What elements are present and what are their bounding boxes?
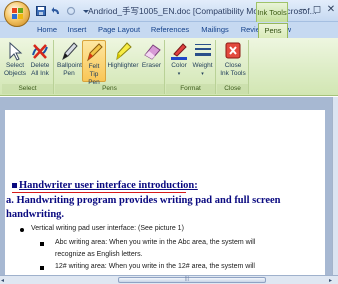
ribbon-tabs: Home Insert Page Layout References Maili… [0,22,338,38]
window-controls: – ◻ ✕ [296,2,338,18]
ballpoint-pen-icon [62,42,78,61]
office-button[interactable] [4,1,30,27]
thumb-grip: ||| [185,276,189,282]
close-red-x-icon [225,42,241,59]
document-subhead: a. Handwriting program provides writing … [6,195,281,220]
format-group: Color ▾ Weight ▾ Format [166,40,216,94]
tab-home[interactable]: Home [36,23,58,38]
close-group: Close Ink Tools Close [217,40,249,94]
tab-mailings[interactable]: Mailings [198,23,232,38]
headline-red-underline [12,192,186,193]
eraser-label: Eraser [141,62,162,69]
select-objects-label-2: Objects [4,70,27,77]
delete-all-ink-button[interactable]: Delete All Ink [28,40,52,82]
delete-ink-icon [32,44,48,59]
delete-all-ink-label-2: All Ink [31,70,49,77]
tab-page-layout[interactable]: Page Layout [96,23,142,38]
bullet-dot [20,228,24,232]
highlighter-button[interactable]: Highlighter [107,40,139,82]
close-window-button[interactable]: ✕ [324,2,338,18]
title-bar: Andriod_手写1005_EN.doc [Compatibility Mod… [0,0,338,22]
ribbon-panel: Select Objects Delete All Ink Select Bal… [0,38,338,96]
sub-bullet-1-line-1: Abc writing area: When you write in the … [55,239,256,246]
select-objects-button[interactable]: Select Objects [4,40,26,82]
horizontal-scrollbar[interactable]: ◂ ||| ▸ [0,275,338,284]
highlighter-icon [116,42,132,61]
tab-pens[interactable]: Pens [258,23,288,38]
undo-icon[interactable] [49,5,62,18]
tab-references[interactable]: References [148,23,192,38]
ink-color-label: Color [171,62,187,69]
scroll-right-arrow-icon[interactable]: ▸ [329,277,332,284]
felt-tip-pen-button[interactable]: Felt Tip Pen [82,40,106,86]
sub-bullet-square [40,266,44,270]
headline-bullet-icon [12,183,17,189]
eraser-icon [143,44,161,60]
restore-button[interactable]: ◻ [310,2,324,18]
ballpoint-pen-label-1: Ballpoint [57,62,82,69]
redo-icon[interactable] [64,5,77,18]
close-group-label: Close [217,84,248,94]
select-objects-label-1: Select [5,62,25,69]
tab-insert[interactable]: Insert [64,23,90,38]
felt-tip-pen-icon [87,43,103,62]
pens-group: Ballpoint Pen Felt Tip Pen Highlighter E… [55,40,165,94]
ink-weight-label: Weight [192,62,213,69]
ballpoint-pen-label-2: Pen [63,70,75,77]
sub-bullet-square [40,242,44,246]
felt-tip-pen-label-1: Felt [88,63,100,70]
highlighter-label: Highlighter [107,62,139,69]
ink-tools-context-tab: Ink Tools [256,2,288,22]
save-icon[interactable] [34,5,47,18]
cursor-arrow-icon [9,41,23,61]
office-logo-icon [12,8,23,20]
close-ink-tools-label-2: Ink Tools [220,70,246,77]
sub-bullet-1-line-2: recognize as English letters. [55,251,143,258]
close-ink-tools-button[interactable]: Close Ink Tools [219,40,247,82]
headline-text: Handwriter user interface introduction: [19,180,198,191]
ballpoint-pen-button[interactable]: Ballpoint Pen [57,40,82,82]
scroll-left-arrow-icon[interactable]: ◂ [1,277,4,284]
close-ink-tools-label-1: Close [224,62,242,69]
vertical-scrollbar[interactable] [332,97,338,275]
quick-access-toolbar [34,4,92,18]
scroll-thumb[interactable]: ||| [118,276,266,283]
chevron-down-icon: ▾ [177,71,181,77]
eraser-button[interactable]: Eraser [140,40,163,82]
pens-group-label: Pens [55,84,164,94]
bullet-1-text: Vertical writing pad user interface: (Se… [31,225,184,232]
format-group-label: Format [166,84,215,94]
line-weight-icon [194,44,211,56]
delete-all-ink-label-1: Delete [30,62,50,69]
ink-color-icon [171,43,187,60]
chevron-down-icon: ▾ [201,71,204,77]
ink-color-button[interactable]: Color ▾ [168,40,190,82]
minimize-button[interactable]: – [296,2,310,18]
sub-bullet-2-text: 12# writing area: When you write in the … [55,263,255,270]
document-headline: Handwriter user interface introduction: [12,180,198,191]
ink-weight-button[interactable]: Weight ▾ [191,40,214,82]
select-group: Select Objects Delete All Ink Select [2,40,54,94]
select-group-label: Select [2,84,53,94]
